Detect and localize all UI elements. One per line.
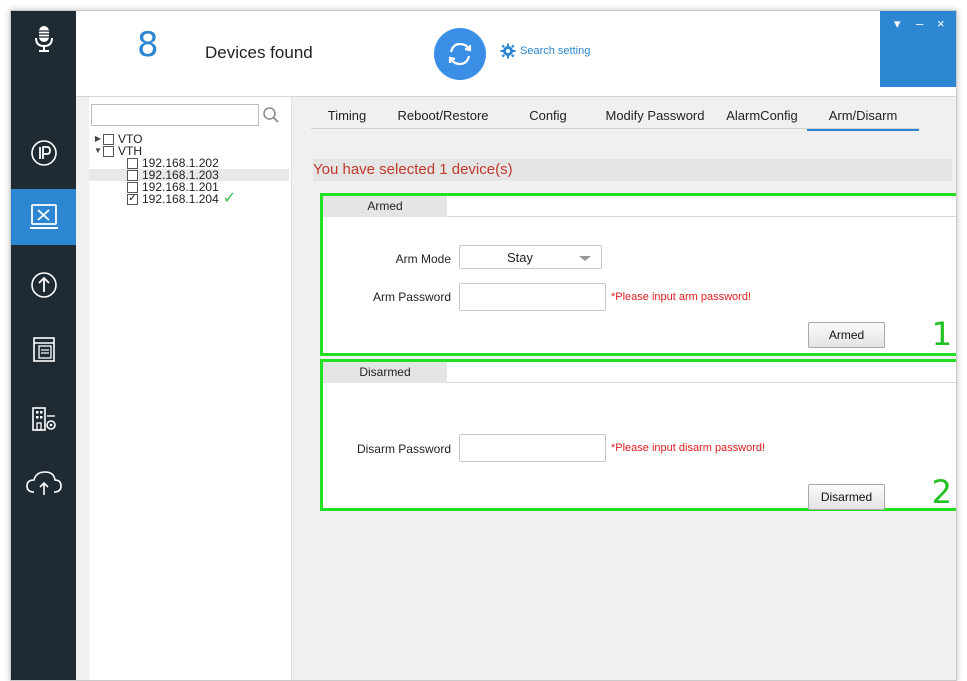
group-number-1: 1 (931, 315, 952, 353)
sidebar-item-tools[interactable] (11, 189, 76, 245)
menu-dropdown-icon[interactable]: ▾ (894, 17, 901, 31)
tab-modify-password[interactable]: Modify Password (593, 103, 717, 129)
disarmed-group: Disarmed Disarm Password *Please input d… (320, 359, 956, 511)
document-icon (32, 337, 55, 362)
checkbox[interactable] (127, 157, 138, 169)
arm-mode-select[interactable]: Stay (459, 245, 602, 269)
checkbox[interactable] (103, 145, 114, 157)
sidebar-item-ip[interactable] (11, 125, 76, 181)
group-number-2: 2 (931, 473, 952, 511)
arm-mode-value: Stay (506, 250, 533, 265)
device-tree: ▶ VTO ▼ VTH 192.168.1.202 192.168.1.203 … (89, 133, 289, 207)
tools-icon (29, 204, 58, 229)
search-icon[interactable] (262, 106, 280, 124)
disarm-password-hint: *Please input disarm password! (611, 442, 766, 454)
close-icon[interactable]: × (937, 17, 945, 31)
tree-node-label: VTH (118, 144, 142, 158)
collapse-arrow-icon[interactable]: ▼ (93, 145, 103, 157)
refresh-icon (448, 42, 472, 66)
disarmed-button[interactable]: Disarmed (808, 484, 885, 510)
tab-alarm-config[interactable]: AlarmConfig (717, 103, 807, 129)
checkbox[interactable] (127, 169, 138, 181)
online-check-icon: ✓ (222, 190, 237, 207)
sidebar (11, 11, 76, 680)
header: 8 Devices found Search setting ▾ – × (76, 11, 956, 97)
disarm-password-field[interactable] (459, 434, 606, 462)
refresh-button[interactable] (434, 28, 486, 80)
gear-icon (500, 43, 516, 59)
device-count: 8 (137, 25, 159, 65)
armed-group-header: Armed (323, 196, 956, 217)
tree-node-device[interactable]: ✓ 192.168.1.204 ✓ (89, 190, 289, 207)
sidebar-item-document[interactable] (11, 321, 76, 377)
sidebar-item-upgrade[interactable] (11, 257, 76, 313)
building-settings-icon (31, 407, 56, 431)
sidebar-item-microphone[interactable] (11, 11, 76, 67)
sidebar-item-building-settings[interactable] (11, 391, 76, 447)
checkbox[interactable] (127, 181, 138, 193)
arm-mode-label: Arm Mode (395, 252, 451, 266)
arm-password-field[interactable] (459, 283, 606, 311)
upgrade-icon (30, 272, 57, 298)
checkbox[interactable] (103, 133, 114, 145)
armed-button[interactable]: Armed (808, 322, 885, 348)
search-setting-label: Search setting (520, 45, 591, 57)
cloud-upload-icon (25, 471, 62, 495)
disarm-password-input[interactable] (460, 435, 605, 461)
main-content: Timing Reboot/Restore Config Modify Pass… (293, 97, 956, 680)
selection-status: You have selected 1 device(s) (313, 159, 952, 181)
chevron-down-icon (579, 256, 591, 261)
sidebar-item-cloud-upload[interactable] (11, 455, 76, 511)
microphone-icon (34, 26, 53, 52)
tab-bar: Timing Reboot/Restore Config Modify Pass… (311, 103, 919, 131)
disarmed-group-header: Disarmed (323, 362, 956, 383)
ip-icon (30, 140, 57, 166)
device-tree-panel: ▶ VTO ▼ VTH 192.168.1.202 192.168.1.203 … (89, 97, 292, 680)
tree-search-box[interactable] (91, 104, 259, 126)
tree-search-input[interactable] (92, 105, 258, 125)
arm-password-label: Arm Password (372, 290, 451, 304)
tab-timing[interactable]: Timing (311, 103, 383, 129)
expand-arrow-icon[interactable]: ▶ (93, 133, 103, 145)
arm-password-hint: *Please input arm password! (611, 291, 752, 303)
tab-arm-disarm[interactable]: Arm/Disarm (807, 103, 919, 131)
app-window: 8 Devices found Search setting ▾ – × ▶ V… (10, 10, 957, 681)
devices-found-label: Devices found (205, 43, 313, 62)
search-setting-link[interactable]: Search setting (500, 43, 590, 59)
armed-group: Armed Arm Mode Stay Arm Password *Please… (320, 193, 956, 356)
armed-group-title: Armed (323, 196, 447, 217)
tab-config[interactable]: Config (503, 103, 593, 129)
tab-reboot-restore[interactable]: Reboot/Restore (383, 103, 503, 129)
disarmed-group-title: Disarmed (323, 362, 447, 383)
checkbox-checked[interactable]: ✓ (127, 193, 138, 205)
arm-password-input[interactable] (460, 284, 605, 310)
minimize-icon[interactable]: – (916, 17, 923, 31)
window-controls: ▾ – × (880, 11, 956, 87)
disarm-password-label: Disarm Password (356, 442, 451, 456)
tree-node-label: 192.168.1.204 (142, 192, 219, 206)
